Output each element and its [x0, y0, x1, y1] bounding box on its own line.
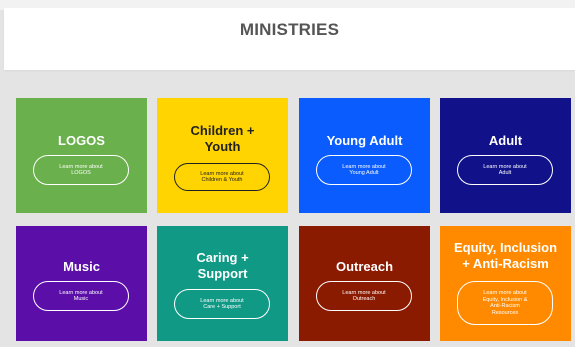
- learn-more-outreach-button[interactable]: Learn more about Outreach: [316, 281, 412, 311]
- learn-more-caring-support-button[interactable]: Learn more about Care + Support: [174, 289, 270, 319]
- learn-more-music-button[interactable]: Learn more about Music: [33, 281, 129, 311]
- tile-children-youth[interactable]: Children + Youth Learn more about Childr…: [157, 98, 288, 213]
- tile-equity-inclusion[interactable]: Equity, Inclusion + Anti-Racism Learn mo…: [440, 226, 571, 341]
- learn-more-children-youth-button[interactable]: Learn more about Children & Youth: [174, 163, 270, 191]
- learn-more-equity-button[interactable]: Learn more about Equity, Inclusion & Ant…: [457, 281, 553, 325]
- tile-title-outreach: Outreach: [335, 259, 394, 274]
- tile-title-logos: LOGOS: [58, 133, 105, 148]
- tile-caring-support[interactable]: Caring + Support Learn more about Care +…: [157, 226, 288, 341]
- tile-title-equity-inclusion: Equity, Inclusion + Anti-Racism: [453, 240, 558, 271]
- tile-young-adult[interactable]: Young Adult Learn more about Young Adult: [299, 98, 430, 213]
- learn-more-adult-button[interactable]: Learn more about Adult: [457, 155, 553, 185]
- tile-title-music: Music: [63, 259, 100, 274]
- tile-music[interactable]: Music Learn more about Music: [16, 226, 147, 341]
- tile-title-caring-support: Caring + Support: [196, 250, 249, 281]
- tile-logos[interactable]: LOGOS Learn more about LOGOS: [16, 98, 147, 213]
- tile-title-adult: Adult: [488, 133, 523, 148]
- ministries-grid: LOGOS Learn more about LOGOS Children + …: [0, 0, 575, 347]
- learn-more-logos-button[interactable]: Learn more about LOGOS: [33, 155, 129, 185]
- tile-title-children-youth: Children + Youth: [190, 123, 255, 154]
- tile-outreach[interactable]: Outreach Learn more about Outreach: [299, 226, 430, 341]
- learn-more-young-adult-button[interactable]: Learn more about Young Adult: [316, 155, 412, 185]
- tile-title-young-adult: Young Adult: [326, 133, 403, 148]
- tile-adult[interactable]: Adult Learn more about Adult: [440, 98, 571, 213]
